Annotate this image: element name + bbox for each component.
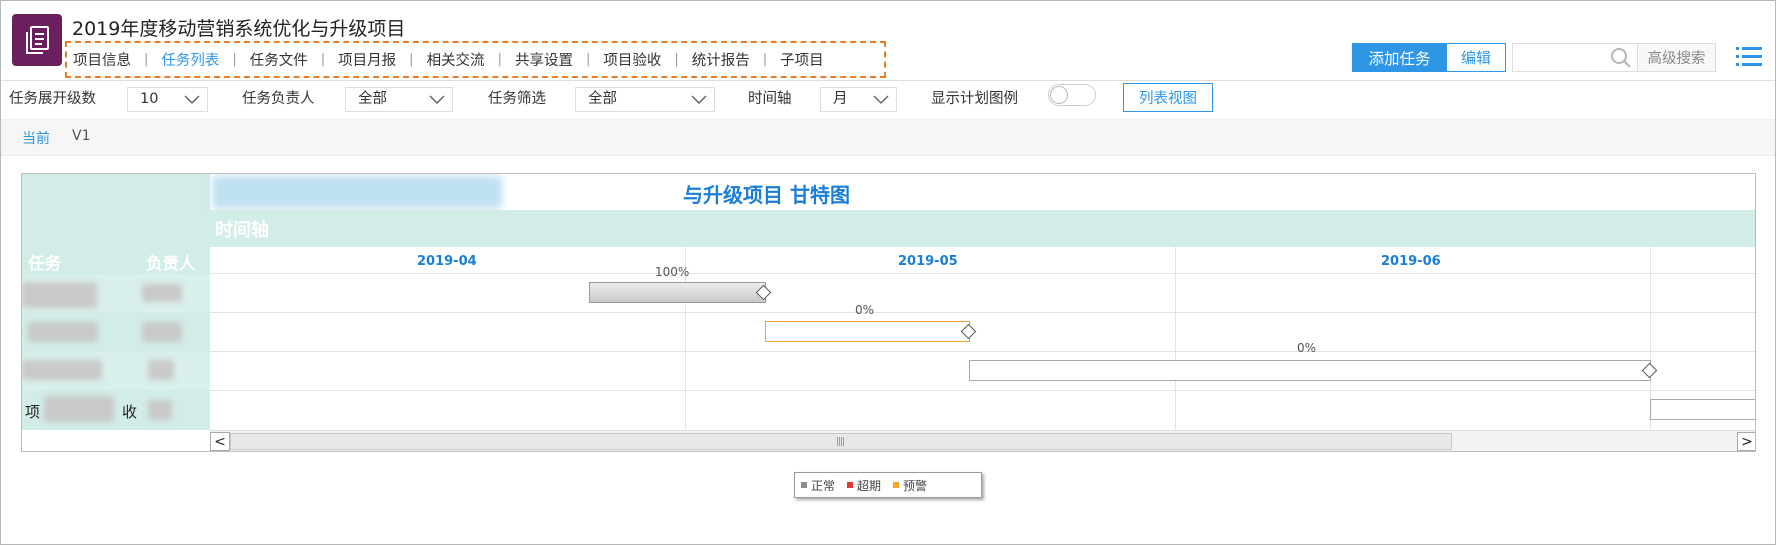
version-bar [1, 119, 1775, 156]
tab-task-files[interactable]: 任务文件 [250, 49, 308, 70]
chevron-down-icon [184, 95, 200, 105]
toggle-knob [1050, 86, 1068, 104]
column-header-task: 任务 [28, 254, 61, 273]
timeaxis-select[interactable]: 月 [820, 87, 897, 112]
version-current-link[interactable]: 当前 [22, 128, 50, 148]
legend-item-warning: 预警 [893, 477, 927, 494]
scroll-left-arrow-icon[interactable]: < [210, 432, 230, 451]
nav-separator: | [497, 52, 502, 67]
nav-separator: | [762, 52, 768, 67]
project-nav: 项目信息 | 任务列表 | 任务文件 | 项目月报 | 相关交流 | 共享设置 … [65, 41, 886, 78]
column-header-owner: 负责人 [146, 254, 196, 273]
gantt-chart: 任务 负责人 项 收 与升级项目 甘特图 时间轴 2019-04 2019-05… [21, 173, 1756, 452]
scrollbar-grip-icon: |||| [836, 437, 845, 447]
legend-swatch [893, 482, 900, 488]
tab-project-info[interactable]: 项目信息 [73, 49, 131, 70]
chevron-down-icon [429, 95, 445, 105]
nav-separator: | [409, 52, 414, 67]
legend-swatch [801, 482, 807, 488]
header-divider [1, 80, 1775, 81]
row-gridline [210, 390, 1755, 391]
month-label: 2019-06 [1381, 254, 1441, 269]
redacted-title [212, 176, 502, 209]
month-label: 2019-04 [417, 254, 477, 269]
gantt-horizontal-scrollbar[interactable]: < |||| > [210, 430, 1755, 451]
show-legend-toggle[interactable] [1048, 84, 1096, 106]
tab-statistics[interactable]: 统计报告 [692, 49, 750, 70]
gantt-task-column: 任务 负责人 项 收 [22, 174, 210, 430]
nav-separator: | [144, 52, 149, 67]
legend-swatch [847, 482, 854, 488]
row-gridline [210, 312, 1755, 313]
expand-level-value: 10 [140, 91, 159, 107]
list-view-button[interactable]: 列表视图 [1123, 83, 1213, 112]
version-name[interactable]: V1 [72, 128, 90, 144]
search-icon[interactable] [1610, 47, 1632, 69]
redacted-task [28, 322, 98, 342]
nav-separator: | [674, 52, 679, 67]
gantt-task-bar[interactable] [969, 360, 1651, 381]
redacted-owner [148, 360, 174, 380]
owner-label: 任务负责人 [242, 91, 315, 107]
row-gridline [210, 351, 1755, 352]
gantt-timeaxis-label: 时间轴 [215, 220, 269, 241]
task-filter-select[interactable]: 全部 [575, 87, 715, 112]
chevron-down-icon [873, 95, 889, 105]
task-name-prefix: 项 [25, 403, 41, 421]
redacted-task [44, 396, 114, 422]
legend-item-overdue: 超期 [847, 477, 881, 494]
task-filter-value: 全部 [588, 91, 617, 107]
tab-acceptance[interactable]: 项目验收 [603, 49, 661, 70]
advanced-search-button[interactable]: 高级搜索 [1638, 43, 1716, 72]
tab-subprojects[interactable]: 子项目 [780, 49, 824, 70]
nav-separator: | [320, 52, 326, 67]
task-progress-label: 100% [655, 265, 690, 279]
task-progress-label: 0% [1297, 341, 1317, 355]
expand-level-label: 任务展开级数 [9, 91, 96, 107]
nav-separator: | [585, 52, 591, 67]
tab-discussion[interactable]: 相关交流 [427, 49, 485, 70]
task-progress-label: 0% [855, 303, 875, 317]
gantt-legend: 正常 超期 预警 [794, 472, 982, 498]
legend-label: 预警 [903, 478, 928, 493]
tab-task-list[interactable]: 任务列表 [161, 49, 219, 70]
timeaxis-value: 月 [833, 91, 848, 107]
gantt-task-bar[interactable] [765, 321, 970, 342]
expand-level-select[interactable]: 10 [127, 87, 208, 112]
month-gridline [1175, 247, 1176, 430]
project-title: 2019年度移动营销系统优化与升级项目 [72, 18, 406, 40]
month-label: 2019-05 [898, 254, 958, 269]
owner-select[interactable]: 全部 [345, 87, 453, 112]
legend-label: 超期 [857, 478, 882, 493]
add-task-button[interactable]: 添加任务 [1352, 43, 1447, 72]
menu-icon[interactable] [1736, 45, 1762, 69]
legend-label: 正常 [811, 478, 836, 493]
gantt-task-bar[interactable] [1650, 399, 1755, 420]
redacted-owner [142, 322, 182, 342]
chevron-down-icon [691, 95, 707, 105]
gantt-timeaxis-bar: 时间轴 [210, 210, 1755, 247]
tab-monthly-report[interactable]: 项目月报 [338, 49, 396, 70]
scrollbar-thumb[interactable]: |||| [230, 433, 1452, 450]
edit-button[interactable]: 编辑 [1447, 43, 1506, 72]
document-icon [12, 14, 62, 66]
scroll-right-arrow-icon[interactable]: > [1737, 432, 1755, 451]
show-legend-label: 显示计划图例 [931, 91, 1018, 107]
tab-share-settings[interactable]: 共享设置 [515, 49, 573, 70]
task-name-suffix: 收 [122, 403, 138, 421]
gantt-task-bar[interactable] [589, 282, 766, 303]
legend-item-normal: 正常 [801, 477, 835, 494]
redacted-owner [142, 284, 182, 302]
owner-value: 全部 [358, 91, 387, 107]
redacted-task [22, 360, 102, 380]
redacted-task [22, 282, 97, 308]
gantt-month-row: 2019-04 2019-05 2019-06 [210, 247, 1755, 274]
redacted-owner [148, 400, 172, 420]
gantt-title: 与升级项目 甘特图 [683, 183, 850, 207]
task-filter-label: 任务筛选 [488, 91, 546, 107]
nav-separator: | [232, 52, 237, 67]
timeaxis-label: 时间轴 [748, 91, 792, 107]
